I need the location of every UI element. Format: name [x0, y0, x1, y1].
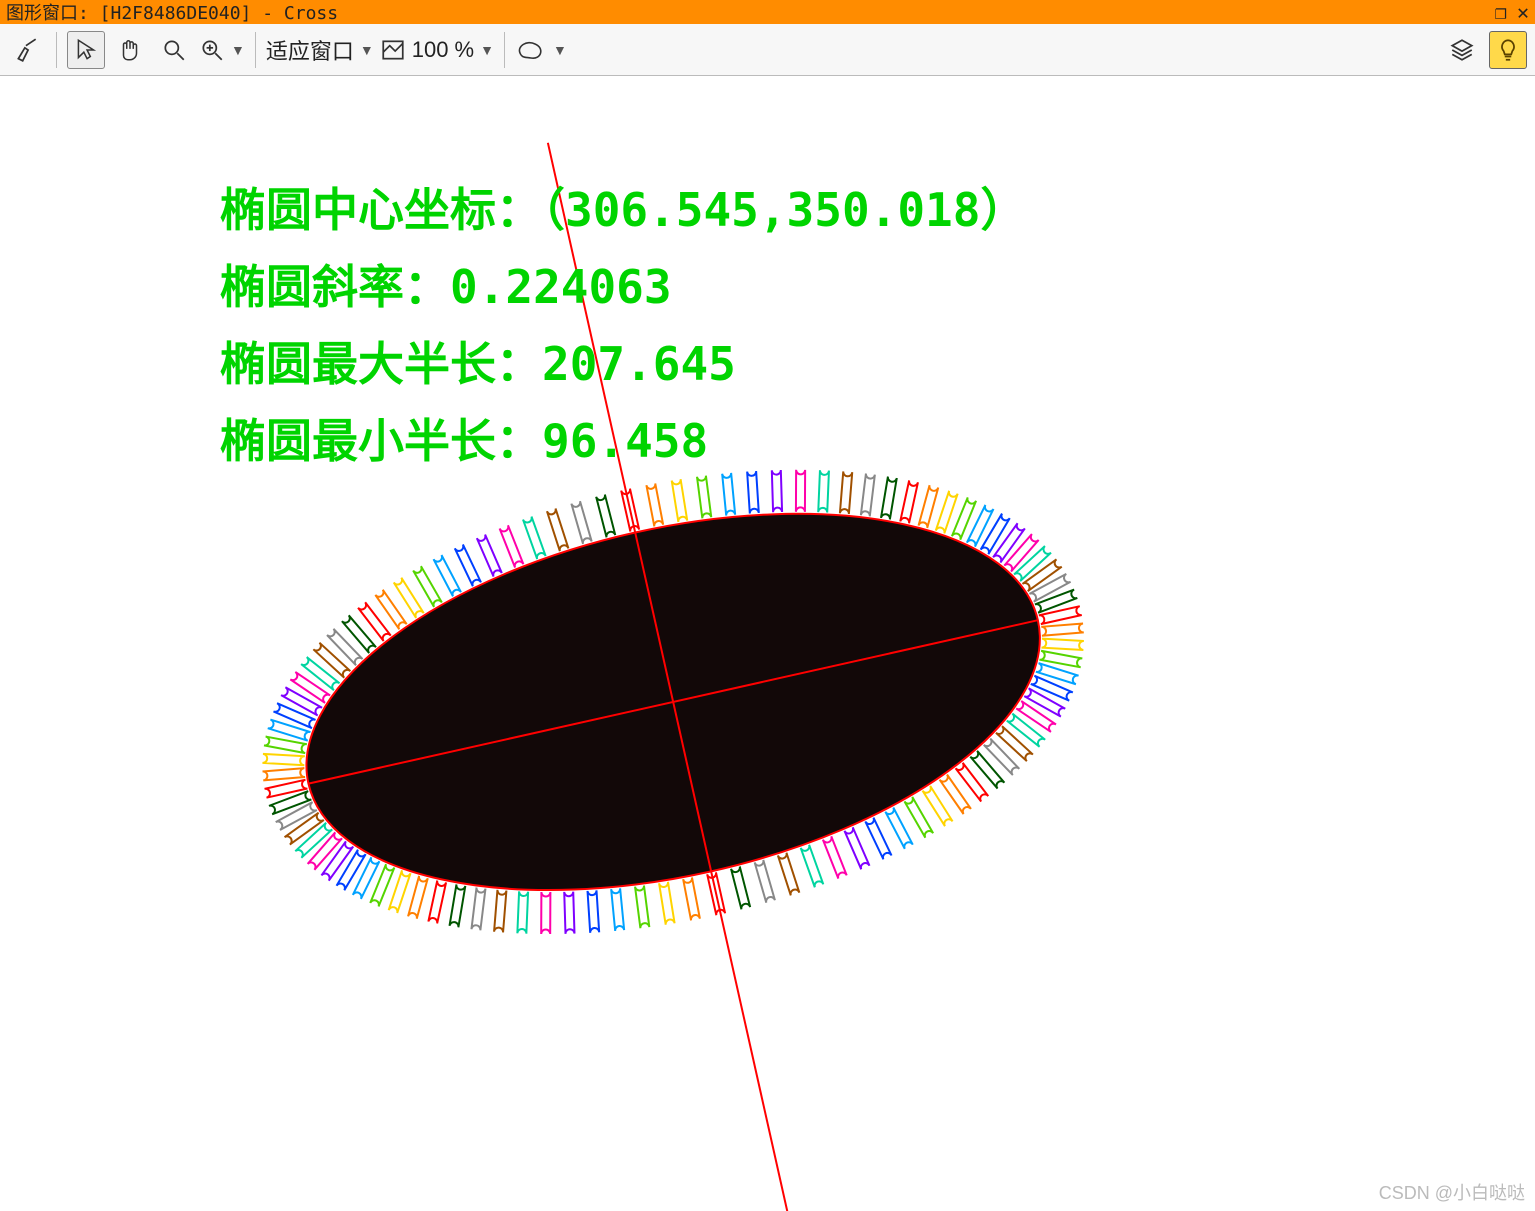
layers-button[interactable]: [1443, 31, 1481, 69]
broom-icon: [14, 37, 40, 63]
chevron-down-icon: ▼: [553, 42, 567, 58]
fit-window-dropdown[interactable]: 适应窗口 ▼: [266, 34, 374, 66]
separator: [504, 32, 505, 68]
slope-text: 椭圆斜率：0.224063: [220, 253, 1026, 322]
magnifier-icon: [161, 37, 187, 63]
major-text: 椭圆最大半长：207.645: [220, 330, 1026, 399]
lightbulb-icon: [1495, 37, 1521, 63]
separator: [255, 32, 256, 68]
pointer-button[interactable]: [67, 31, 105, 69]
layers-icon: [1449, 37, 1475, 63]
blob-icon: [515, 37, 547, 63]
hand-icon: [117, 37, 143, 63]
separator: [56, 32, 57, 68]
zoom-in-dropdown[interactable]: ▼: [199, 37, 245, 63]
shape-tool-dropdown[interactable]: ▼: [515, 37, 567, 63]
window-close-icon[interactable]: ✕: [1517, 0, 1529, 24]
minor-text: 椭圆最小半长：96.458: [220, 407, 1026, 476]
window-restore-icon[interactable]: ❐: [1495, 0, 1507, 24]
toolbar: ▼ 适应窗口 ▼ 100 % ▼ ▼: [0, 24, 1535, 76]
image-frame-icon: [380, 37, 406, 63]
window-title: 图形窗口: [H2F8486DE040] - Cross: [6, 0, 338, 25]
magnifier-plus-icon: [199, 37, 225, 63]
chevron-down-icon: ▼: [231, 42, 245, 58]
canvas[interactable]: 椭圆中心坐标：（306.545,350.018） 椭圆斜率：0.224063 椭…: [0, 76, 1535, 1211]
titlebar: 图形窗口: [H2F8486DE040] - Cross ❐ ✕: [0, 0, 1535, 24]
watermark: CSDN @小白哒哒: [1379, 1179, 1525, 1205]
pan-button[interactable]: [111, 31, 149, 69]
zoom-button[interactable]: [155, 31, 193, 69]
fit-window-label: 适应窗口: [266, 34, 354, 66]
pointer-icon: [73, 37, 99, 63]
clear-button[interactable]: [8, 31, 46, 69]
chevron-down-icon: ▼: [360, 42, 374, 58]
zoom-percent-dropdown[interactable]: 100 % ▼: [380, 37, 494, 63]
center-coord-text: 椭圆中心坐标：（306.545,350.018）: [220, 176, 1026, 245]
measurement-overlay: 椭圆中心坐标：（306.545,350.018） 椭圆斜率：0.224063 椭…: [220, 176, 1026, 484]
zoom-percent-label: 100 %: [412, 37, 474, 63]
hint-button[interactable]: [1489, 31, 1527, 69]
chevron-down-icon: ▼: [480, 42, 494, 58]
